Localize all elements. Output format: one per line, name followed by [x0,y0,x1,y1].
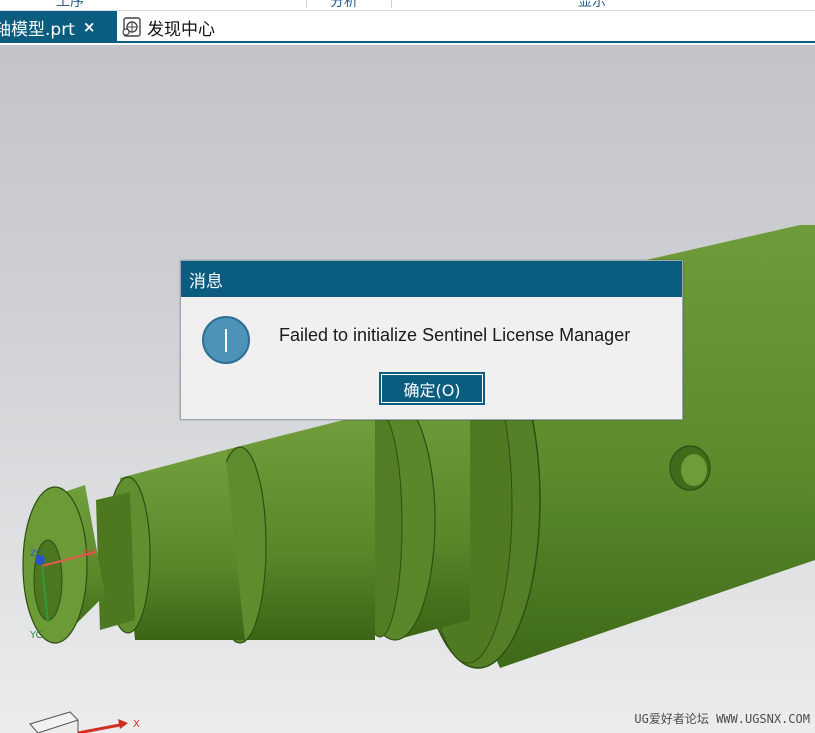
tab-part-file-label: 轴模型.prt [0,19,75,40]
view-orientation-cube[interactable] [29,711,79,733]
ribbon-separator [391,0,392,8]
axis-label-x: X [133,719,140,730]
tab-part-file[interactable]: 轴模型.prt × [0,11,117,43]
watermark: UG爱好者论坛 WWW.UGSNX.COM [634,712,810,726]
axis-label-zc: ZC [30,549,42,559]
ribbon-tab-process[interactable]: 工序 [56,0,84,10]
ribbon-strip: 工序 分析 显示 [0,0,815,11]
ribbon-separator [306,0,307,8]
axis-label-xc: XC [82,548,95,559]
document-tab-bar: 轴模型.prt × 发现中心 [0,11,815,43]
ribbon-tab-analysis[interactable]: 分析 [330,0,358,10]
tab-discovery-center[interactable]: 发现中心 [121,11,215,43]
dialog-title: 消息 [181,261,682,297]
axis-label-yc: YC [29,630,43,641]
message-dialog: 消息 Failed to initialize Sentinel License… [180,260,683,420]
ok-button[interactable]: 确定(O) [379,372,485,405]
info-icon [202,316,250,364]
dialog-message: Failed to initialize Sentinel License Ma… [279,325,631,345]
tab-discovery-center-label: 发现中心 [147,19,215,40]
ribbon-tab-display[interactable]: 显示 [578,0,606,10]
discovery-center-icon [122,17,141,37]
close-icon[interactable]: × [83,18,96,36]
